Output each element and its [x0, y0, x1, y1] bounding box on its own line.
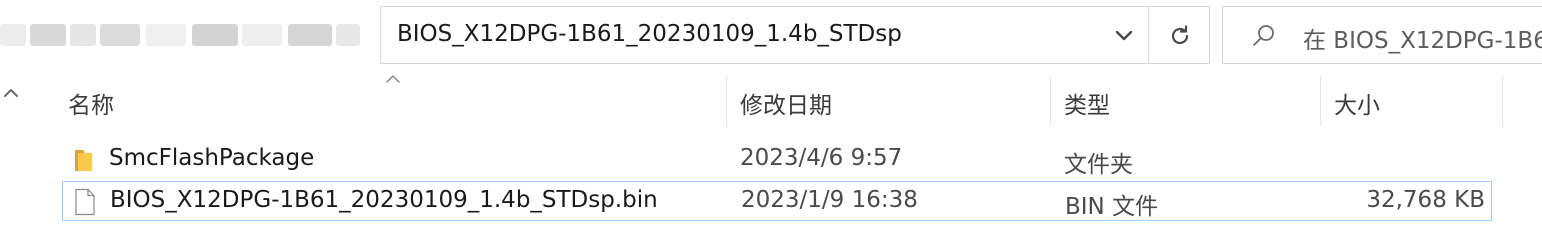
file-explorer-window: BIOS_X12DPG-1B61_20230109_1.4b_STDsp 在 B… — [0, 0, 1542, 251]
file-row[interactable]: SmcFlashPackage 2023/4/6 9:57 文件夹 — [62, 140, 1492, 180]
column-divider[interactable] — [1320, 76, 1321, 126]
file-icon — [73, 188, 97, 222]
column-divider[interactable] — [1050, 76, 1051, 126]
file-name: BIOS_X12DPG-1B61_20230109_1.4b_STDsp.bin — [110, 187, 658, 213]
redacted-breadcrumb — [0, 14, 384, 56]
file-type: BIN 文件 — [1065, 194, 1159, 220]
search-input[interactable]: 在 BIOS_X12DPG-1B61_20230109_1.4b_STDsp 中… — [1222, 6, 1542, 64]
file-size: 32,768 KB — [1366, 187, 1485, 213]
search-icon — [1253, 25, 1274, 46]
file-name: SmcFlashPackage — [109, 145, 315, 171]
column-header-type-label: 类型 — [1064, 93, 1110, 119]
chevron-down-icon[interactable] — [1110, 21, 1138, 49]
column-header-size-label: 大小 — [1334, 93, 1380, 119]
column-header-name-label: 名称 — [68, 93, 114, 119]
column-header-type[interactable]: 类型 — [1052, 78, 1320, 124]
column-header-name[interactable]: 名称 — [56, 78, 726, 124]
address-path-segment[interactable]: BIOS_X12DPG-1B61_20230109_1.4b_STDsp — [397, 21, 902, 47]
file-row[interactable]: BIOS_X12DPG-1B61_20230109_1.4b_STDsp.bin… — [62, 181, 1492, 221]
column-divider[interactable] — [1502, 76, 1503, 126]
file-date-modified: 2023/4/6 9:57 — [740, 145, 903, 171]
folder-icon — [72, 146, 98, 180]
column-header-size[interactable]: 大小 — [1322, 78, 1502, 124]
file-date-modified: 2023/1/9 16:38 — [741, 187, 918, 213]
scroll-up-arrow[interactable] — [0, 82, 22, 104]
refresh-icon — [1171, 25, 1189, 45]
column-divider[interactable] — [726, 76, 727, 126]
address-bar[interactable]: BIOS_X12DPG-1B61_20230109_1.4b_STDsp — [380, 6, 1148, 64]
file-type: 文件夹 — [1064, 152, 1133, 178]
refresh-button[interactable] — [1148, 6, 1210, 64]
column-header-date-modified[interactable]: 修改日期 — [728, 78, 1050, 124]
search-placeholder[interactable]: 在 BIOS_X12DPG-1B61_20230109_1.4b_STDsp 中… — [1303, 21, 1542, 55]
column-header-date-label: 修改日期 — [740, 93, 832, 119]
